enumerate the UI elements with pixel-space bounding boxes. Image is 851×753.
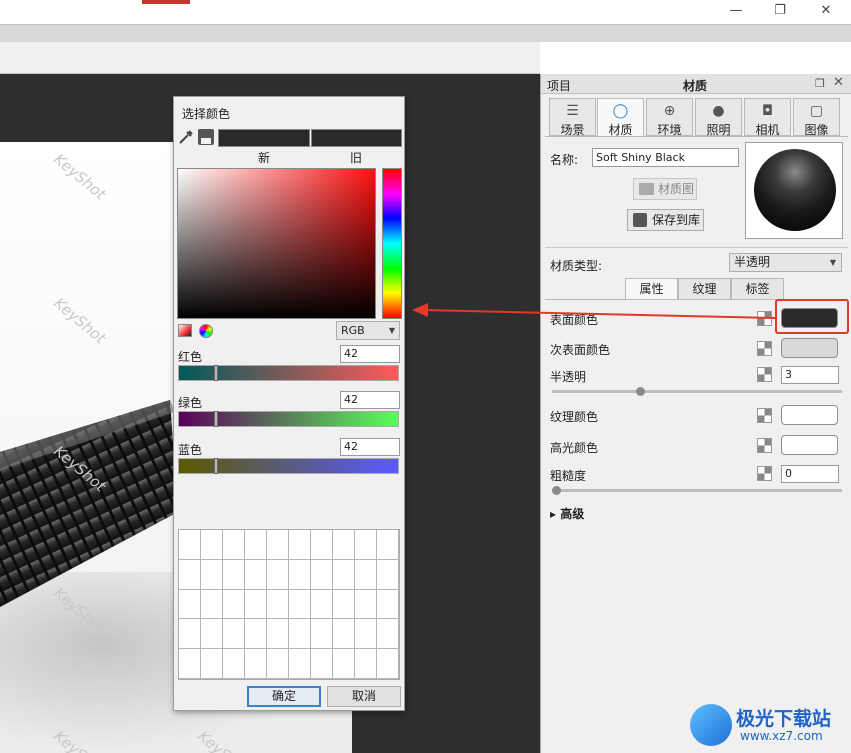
logo-url: www.xz7.com [740, 729, 823, 743]
site-logo: 极光下载站 www.xz7.com [690, 700, 851, 753]
logo-icon [690, 704, 732, 746]
highlight-box [775, 299, 849, 334]
annotation-arrow [412, 303, 776, 319]
logo-name: 极光下载站 [736, 708, 832, 730]
